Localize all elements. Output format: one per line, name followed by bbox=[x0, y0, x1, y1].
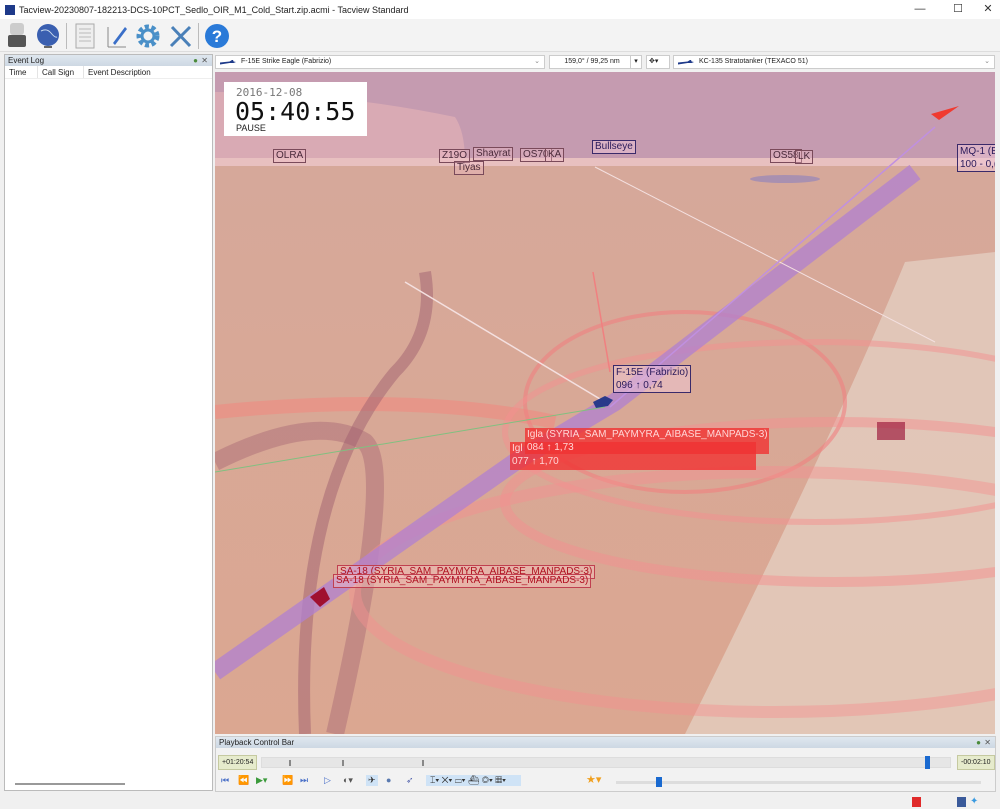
help-icon[interactable]: ? bbox=[202, 21, 232, 51]
play-button[interactable]: ▶▾ bbox=[256, 775, 267, 786]
secondary-object-label: KC-135 Stratotanker (TEXACO 51) bbox=[699, 58, 808, 65]
horizontal-scrollbar[interactable] bbox=[15, 783, 125, 785]
f15-data: 096 ↑ 0,74 bbox=[616, 380, 663, 391]
bearing-dropdown[interactable]: ▾ bbox=[630, 55, 642, 69]
svg-text:?: ? bbox=[212, 27, 222, 46]
fast-forward-button[interactable]: ⏩ bbox=[282, 775, 293, 786]
column-time[interactable]: Time bbox=[5, 66, 38, 78]
sa18-label[interactable]: SA-18 (SYRIA_SAM_PAYMYRA_AIBASE_MANPADS-… bbox=[333, 574, 592, 588]
igla1-label[interactable]: Igla (SYRIA_SAM_PAYMYRA_AIBASE_MANPADS-3… bbox=[525, 428, 769, 454]
main-toolbar: ? bbox=[0, 19, 1000, 52]
remaining-time: -00:02:10 bbox=[957, 755, 995, 770]
skip-start-button[interactable]: ⏮ bbox=[221, 775, 229, 786]
primary-object-label: F-15E Strike Eagle (Fabrizio) bbox=[241, 58, 332, 65]
bearing-range-value: 159,0° / 99,25 nm bbox=[564, 58, 620, 65]
weapon-filter-icon[interactable]: ➶ bbox=[406, 775, 414, 786]
window-title: Tacview-20230807-182213-DCS-10PCT_Sedlo_… bbox=[19, 4, 409, 15]
pin-icon[interactable]: ● bbox=[976, 737, 981, 748]
gear-icon[interactable] bbox=[133, 21, 163, 51]
f15-name: F-15E (Fabrizio) bbox=[616, 367, 689, 378]
aircraft-filter-icon[interactable]: ✈ bbox=[366, 775, 378, 786]
playback-title: Playback Control Bar bbox=[219, 738, 295, 747]
event-log-panel: Event Log ● ✕ Time Call Sign Event Descrip… bbox=[4, 54, 213, 791]
close-panel-button[interactable]: ✕ bbox=[201, 55, 208, 66]
secondary-object-select[interactable]: KC-135 Stratotanker (TEXACO 51) ⌄ bbox=[673, 55, 995, 69]
elapsed-time: +01:20:54 bbox=[218, 755, 258, 770]
pin-icon[interactable]: ● bbox=[193, 55, 198, 66]
bookmark-star-icon[interactable]: ★▾ bbox=[586, 773, 601, 786]
bullseye-label[interactable]: Bullseye bbox=[592, 140, 636, 154]
column-call-sign[interactable]: Call Sign bbox=[38, 66, 84, 78]
document-icon[interactable] bbox=[70, 21, 100, 51]
f15-label[interactable]: F-15E (Fabrizio) 096 ↑ 0,74 bbox=[613, 365, 692, 393]
waypoint-label[interactable]: KA bbox=[545, 148, 565, 162]
mq1-data: 100 - 0,( bbox=[960, 159, 995, 170]
3d-view[interactable]: 2016-12-08 05:40:55 PAUSE OLRA Z19O Tiya… bbox=[215, 72, 995, 734]
igla1-name: Igla (SYRIA_SAM_PAYMYRA_AIBASE_MANPADS-3… bbox=[527, 429, 768, 440]
close-button[interactable]: ✕ bbox=[972, 0, 1000, 19]
aircraft-icon bbox=[678, 59, 694, 65]
globe-icon[interactable] bbox=[33, 21, 63, 51]
waypoint-label[interactable]: LK bbox=[795, 150, 814, 164]
timeline-thumb[interactable] bbox=[925, 756, 931, 769]
camera-mode-dropdown[interactable]: ✥▾ bbox=[646, 55, 670, 69]
igla2-data: 077 ↑ 1,70 bbox=[512, 456, 559, 467]
terrain-scene bbox=[215, 92, 995, 734]
globe-view-icon[interactable]: ● bbox=[386, 775, 391, 785]
skip-end-button[interactable]: ⏭ bbox=[300, 775, 308, 786]
usb-drive-icon[interactable] bbox=[2, 21, 32, 51]
airbase-label[interactable]: Tiyas bbox=[454, 161, 484, 175]
primary-object-select[interactable]: F-15E Strike Eagle (Fabrizio) ⌄ bbox=[215, 55, 545, 69]
time: 05:40:55 bbox=[235, 97, 356, 126]
status-bar: ✦ bbox=[0, 795, 1000, 809]
playback-control-bar: Playback Control Bar ● ✕ +01:20:54 -00:02:… bbox=[215, 736, 996, 792]
step-button[interactable]: ▷ bbox=[324, 775, 331, 786]
speed-slider[interactable] bbox=[616, 777, 981, 787]
title-bar: Tacview-20230807-182213-DCS-10PCT_Sedlo_… bbox=[0, 0, 1000, 19]
mq1-label[interactable]: MQ-1 (E 100 - 0,( bbox=[957, 144, 995, 172]
event-log-header: Time Call Sign Event Description bbox=[5, 66, 212, 79]
facebook-icon[interactable] bbox=[957, 797, 966, 807]
twitter-icon[interactable]: ✦ bbox=[970, 796, 978, 807]
notepad-pen-icon[interactable] bbox=[102, 21, 132, 51]
record-icon[interactable] bbox=[912, 797, 921, 807]
close-panel-button[interactable]: ✕ bbox=[984, 737, 991, 748]
speed-thumb[interactable] bbox=[656, 777, 663, 787]
igla1-data: 084 ↑ 1,73 bbox=[527, 442, 574, 453]
tools-icon[interactable] bbox=[166, 21, 196, 51]
display-options-group[interactable]: ⌶▾ ✕▾ ▭▾ ⛴ ◎▾ ▦▾ bbox=[426, 775, 521, 786]
event-log-title: Event Log bbox=[8, 56, 45, 65]
playback-state: PAUSE bbox=[236, 123, 266, 133]
aircraft-icon bbox=[220, 59, 236, 65]
waypoint-label[interactable]: OLRA bbox=[273, 149, 307, 163]
rewind-button[interactable]: ⏪ bbox=[238, 775, 249, 786]
clock-overlay: 2016-12-08 05:40:55 PAUSE bbox=[224, 82, 367, 136]
minimize-button[interactable]: — bbox=[904, 0, 936, 19]
app-icon bbox=[5, 4, 15, 15]
bearing-range-field: 159,0° / 99,25 nm bbox=[549, 55, 631, 69]
maximize-button[interactable]: ☐ bbox=[942, 0, 974, 19]
mq1-name: MQ-1 (E bbox=[960, 146, 995, 157]
timeline-slider[interactable] bbox=[261, 756, 951, 769]
column-event-description[interactable]: Event Description bbox=[84, 66, 212, 78]
pilot-view-icon[interactable]: ◐▾ bbox=[343, 775, 353, 786]
airbase-label[interactable]: Shayrat bbox=[473, 147, 514, 161]
